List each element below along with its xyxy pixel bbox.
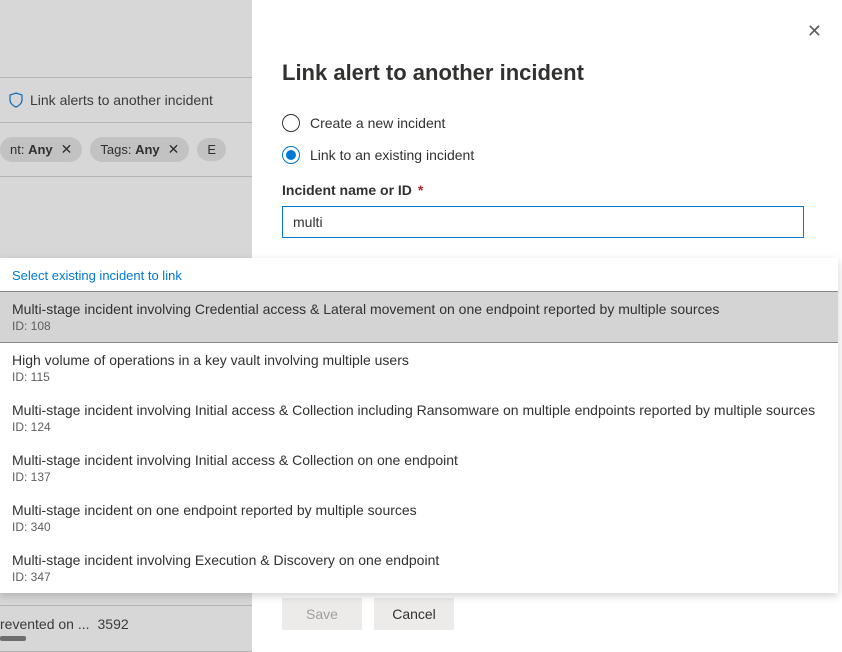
bg-top-area: [0, 0, 252, 78]
save-button[interactable]: Save: [282, 598, 362, 630]
filter2-value: Any: [135, 142, 160, 157]
dropdown-item[interactable]: Multi-stage incident involving Execution…: [0, 543, 838, 593]
filter2-prefix: Tags:: [100, 142, 135, 157]
close-button[interactable]: ✕: [807, 22, 822, 40]
dropdown-item[interactable]: Multi-stage incident involving Credentia…: [0, 291, 838, 343]
dropdown-item-id: ID: 115: [12, 370, 826, 384]
dropdown-header: Select existing incident to link: [0, 258, 838, 291]
dropdown-item-id: ID: 124: [12, 420, 826, 434]
filter-pill-2[interactable]: Tags: Any ✕: [90, 137, 189, 162]
required-asterisk: *: [418, 182, 423, 198]
filter1-prefix: nt:: [10, 142, 28, 157]
button-row: Save Cancel: [282, 598, 454, 630]
filter-pill-3[interactable]: E: [197, 138, 226, 161]
close-icon[interactable]: ✕: [168, 141, 180, 158]
dropdown-item-title: Multi-stage incident on one endpoint rep…: [12, 502, 826, 518]
panel-title: Link alert to another incident: [282, 60, 842, 86]
radio-link-label: Link to an existing incident: [310, 147, 474, 163]
dropdown-item-id: ID: 108: [12, 319, 826, 333]
field-label: Incident name or ID *: [282, 182, 842, 198]
bg-list-row: revented on ... 3592: [0, 606, 252, 652]
radio-create-incident[interactable]: Create a new incident: [282, 114, 842, 132]
radio-circle-selected-icon: [282, 146, 300, 164]
row2-num: 3592: [98, 616, 129, 632]
filter-pill-1[interactable]: nt: Any ✕: [0, 137, 82, 162]
dropdown-item[interactable]: High volume of operations in a key vault…: [0, 343, 838, 393]
row-bar: [0, 636, 26, 641]
radio-group: Create a new incident Link to an existin…: [282, 114, 842, 164]
radio-circle-icon: [282, 114, 300, 132]
dropdown-item-title: Multi-stage incident involving Execution…: [12, 552, 826, 568]
close-icon[interactable]: ✕: [61, 141, 73, 158]
toolbar-row: Link alerts to another incident: [0, 78, 252, 123]
dropdown-item[interactable]: Multi-stage incident involving Initial a…: [0, 393, 838, 443]
radio-link-incident[interactable]: Link to an existing incident: [282, 146, 842, 164]
radio-dot-icon: [286, 150, 296, 160]
filter3-partial: E: [207, 142, 216, 157]
incident-dropdown: Select existing incident to link Multi-s…: [0, 258, 838, 593]
radio-create-label: Create a new incident: [310, 115, 445, 131]
dropdown-list: Multi-stage incident involving Credentia…: [0, 291, 838, 593]
dropdown-item-title: Multi-stage incident involving Initial a…: [12, 402, 826, 418]
row2-text: revented on ...: [0, 616, 90, 632]
filter-row: nt: Any ✕ Tags: Any ✕ E: [0, 123, 252, 177]
shield-icon: [8, 92, 24, 108]
dropdown-item-id: ID: 137: [12, 470, 826, 484]
field-label-text: Incident name or ID: [282, 182, 412, 198]
incident-search-input[interactable]: [282, 206, 804, 238]
toolbar-link-text[interactable]: Link alerts to another incident: [30, 92, 213, 108]
dropdown-item[interactable]: Multi-stage incident on one endpoint rep…: [0, 493, 838, 543]
dropdown-item-title: Multi-stage incident involving Initial a…: [12, 452, 826, 468]
filter1-value: Any: [28, 142, 53, 157]
dropdown-item-title: High volume of operations in a key vault…: [12, 352, 826, 368]
dropdown-item-id: ID: 347: [12, 570, 826, 584]
dropdown-item[interactable]: Multi-stage incident involving Initial a…: [0, 443, 838, 493]
dropdown-item-title: Multi-stage incident involving Credentia…: [12, 301, 826, 317]
dropdown-item-id: ID: 340: [12, 520, 826, 534]
cancel-button[interactable]: Cancel: [374, 598, 454, 630]
